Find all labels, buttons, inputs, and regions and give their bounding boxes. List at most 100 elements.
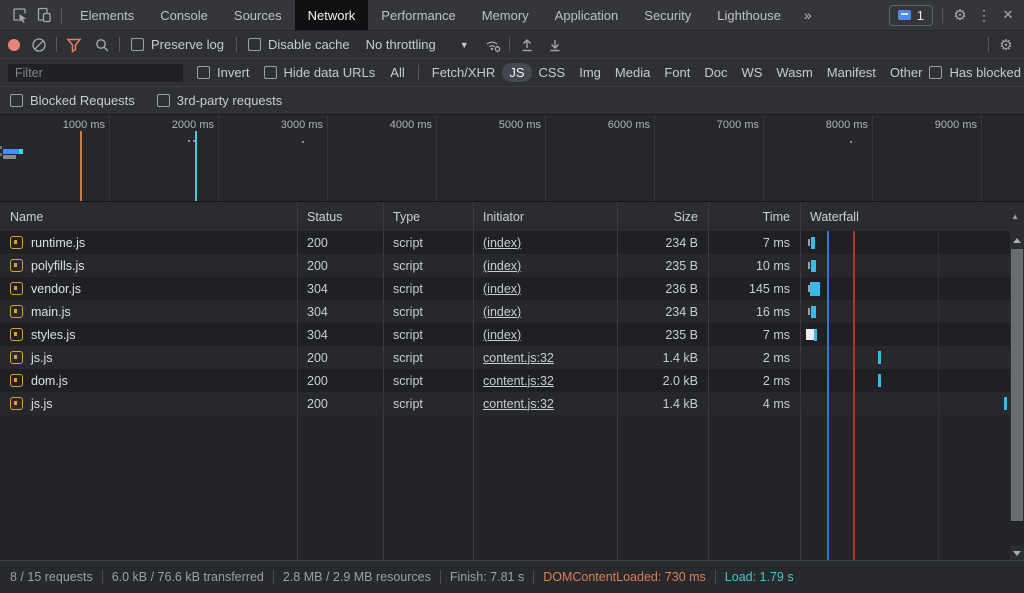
waterfall-bar [811, 237, 815, 249]
column-header-time[interactable]: Time [708, 202, 800, 232]
column-header-size[interactable]: Size [617, 202, 708, 232]
filter-pill-manifest[interactable]: Manifest [820, 63, 883, 82]
tab-application[interactable]: Application [542, 0, 632, 30]
checkbox[interactable] [248, 38, 261, 51]
filter-pill-js[interactable]: JS [502, 63, 531, 82]
tab-network[interactable]: Network [295, 0, 369, 30]
scroll-up-icon[interactable] [1010, 233, 1024, 247]
tab-performance[interactable]: Performance [368, 0, 468, 30]
table-row[interactable]: vendor.js304script(index)236 B145 ms [0, 277, 1010, 300]
filter-pill-media[interactable]: Media [608, 63, 657, 82]
vertical-scrollbar[interactable] [1010, 231, 1024, 560]
summary-finish: Finish: 7.81 s [450, 570, 524, 584]
table-row[interactable]: js.js200scriptcontent.js:321.4 kB2 ms [0, 346, 1010, 369]
column-divider[interactable] [617, 202, 618, 232]
column-divider [383, 231, 384, 560]
tab-memory[interactable]: Memory [469, 0, 542, 30]
cell-initiator[interactable]: content.js:32 [473, 346, 617, 369]
table-row[interactable]: main.js304script(index)234 B16 ms [0, 300, 1010, 323]
column-header-type[interactable]: Type [383, 202, 473, 232]
blocked-requests-checkbox[interactable]: Blocked Requests [10, 93, 135, 108]
timeline-tick-label: 6000 ms [546, 119, 650, 131]
filter-pill-doc[interactable]: Doc [697, 63, 734, 82]
preserve-log-checkbox[interactable]: Preserve log [131, 37, 224, 52]
invert-checkbox[interactable]: Invert [197, 65, 250, 80]
throttling-select[interactable]: No throttling ▼ [366, 37, 469, 52]
column-header-status[interactable]: Status [297, 202, 383, 232]
network-settings-gear-icon[interactable]: ⚙ [994, 33, 1018, 57]
scroll-down-icon[interactable] [1010, 546, 1024, 560]
network-overview-timeline[interactable]: 1000 ms2000 ms3000 ms4000 ms5000 ms6000 … [0, 114, 1024, 202]
tab-sources[interactable]: Sources [221, 0, 295, 30]
table-row[interactable]: polyfills.js200script(index)235 B10 ms [0, 254, 1010, 277]
tab-console[interactable]: Console [147, 0, 221, 30]
column-header-initiator[interactable]: Initiator [473, 202, 617, 232]
filter-pill-font[interactable]: Font [657, 63, 697, 82]
hide-data-urls-checkbox[interactable]: Hide data URLs [264, 65, 376, 80]
column-header-name[interactable]: Name [0, 202, 297, 232]
checkbox[interactable] [131, 38, 144, 51]
filter-funnel-icon[interactable] [62, 33, 86, 57]
initiator-link[interactable]: (index) [483, 282, 521, 296]
cell-initiator[interactable]: (index) [473, 254, 617, 277]
record-button[interactable] [8, 39, 20, 51]
filter-pill-img[interactable]: Img [572, 63, 608, 82]
cell-initiator[interactable]: (index) [473, 300, 617, 323]
initiator-link[interactable]: (index) [483, 305, 521, 319]
filter-pill-ws[interactable]: WS [734, 63, 769, 82]
cell-initiator[interactable]: (index) [473, 323, 617, 346]
filter-pill-all[interactable]: All [383, 63, 411, 82]
has-blocked-cookies-checkbox[interactable]: Has blocked cookies [929, 65, 1024, 80]
network-conditions-icon[interactable] [481, 33, 505, 57]
tab-lighthouse[interactable]: Lighthouse [704, 0, 794, 30]
close-icon[interactable]: ✕ [996, 3, 1020, 27]
initiator-link[interactable]: content.js:32 [483, 397, 554, 411]
tab-security[interactable]: Security [631, 0, 704, 30]
cell-initiator[interactable]: (index) [473, 277, 617, 300]
kebab-menu-icon[interactable]: ⋮ [972, 3, 996, 27]
issues-badge[interactable]: 1 [889, 5, 933, 26]
column-divider[interactable] [383, 202, 384, 232]
initiator-link[interactable]: (index) [483, 236, 521, 250]
settings-gear-icon[interactable]: ⚙ [948, 3, 972, 27]
sort-indicator-icon[interactable]: ▲ [1011, 212, 1019, 221]
export-har-icon[interactable] [543, 33, 567, 57]
initiator-link[interactable]: (index) [483, 259, 521, 273]
waterfall-stalled [808, 262, 810, 269]
column-divider[interactable] [473, 202, 474, 232]
initiator-link[interactable]: content.js:32 [483, 374, 554, 388]
tab-elements[interactable]: Elements [67, 0, 147, 30]
device-toolbar-icon[interactable] [32, 3, 56, 27]
filter-pill-fetchxhr[interactable]: Fetch/XHR [425, 63, 503, 82]
filter-pill-css[interactable]: CSS [532, 63, 573, 82]
summary-domcontentloaded: DOMContentLoaded: 730 ms [543, 570, 706, 584]
cell-initiator[interactable]: content.js:32 [473, 392, 617, 415]
column-divider[interactable] [297, 202, 298, 232]
column-divider[interactable] [708, 202, 709, 232]
search-icon[interactable] [90, 33, 114, 57]
table-row[interactable]: dom.js200scriptcontent.js:322.0 kB2 ms [0, 369, 1010, 392]
filter-pill-other[interactable]: Other [883, 63, 930, 82]
table-row[interactable]: js.js200scriptcontent.js:321.4 kB4 ms [0, 392, 1010, 415]
inspect-element-icon[interactable] [8, 3, 32, 27]
column-divider[interactable] [800, 202, 801, 232]
table-row[interactable]: runtime.js200script(index)234 B7 ms [0, 231, 1010, 254]
filter-pill-wasm[interactable]: Wasm [769, 63, 819, 82]
column-header-waterfall[interactable]: Waterfall [800, 202, 1010, 232]
table-row[interactable]: styles.js304script(index)235 B7 ms [0, 323, 1010, 346]
cell-initiator[interactable]: (index) [473, 231, 617, 254]
cell-status: 304 [297, 323, 383, 346]
more-tabs-icon[interactable]: » [804, 7, 812, 23]
initiator-link[interactable]: content.js:32 [483, 351, 554, 365]
divider [61, 8, 62, 23]
clear-icon[interactable] [27, 33, 51, 57]
scrollbar-thumb[interactable] [1011, 249, 1023, 521]
initiator-link[interactable]: (index) [483, 328, 521, 342]
filter-input[interactable] [8, 64, 183, 82]
cell-initiator[interactable]: content.js:32 [473, 369, 617, 392]
cell-type: script [383, 346, 473, 369]
cell-time: 4 ms [708, 392, 800, 415]
disable-cache-checkbox[interactable]: Disable cache [248, 37, 350, 52]
third-party-requests-checkbox[interactable]: 3rd-party requests [157, 93, 283, 108]
import-har-icon[interactable] [515, 33, 539, 57]
